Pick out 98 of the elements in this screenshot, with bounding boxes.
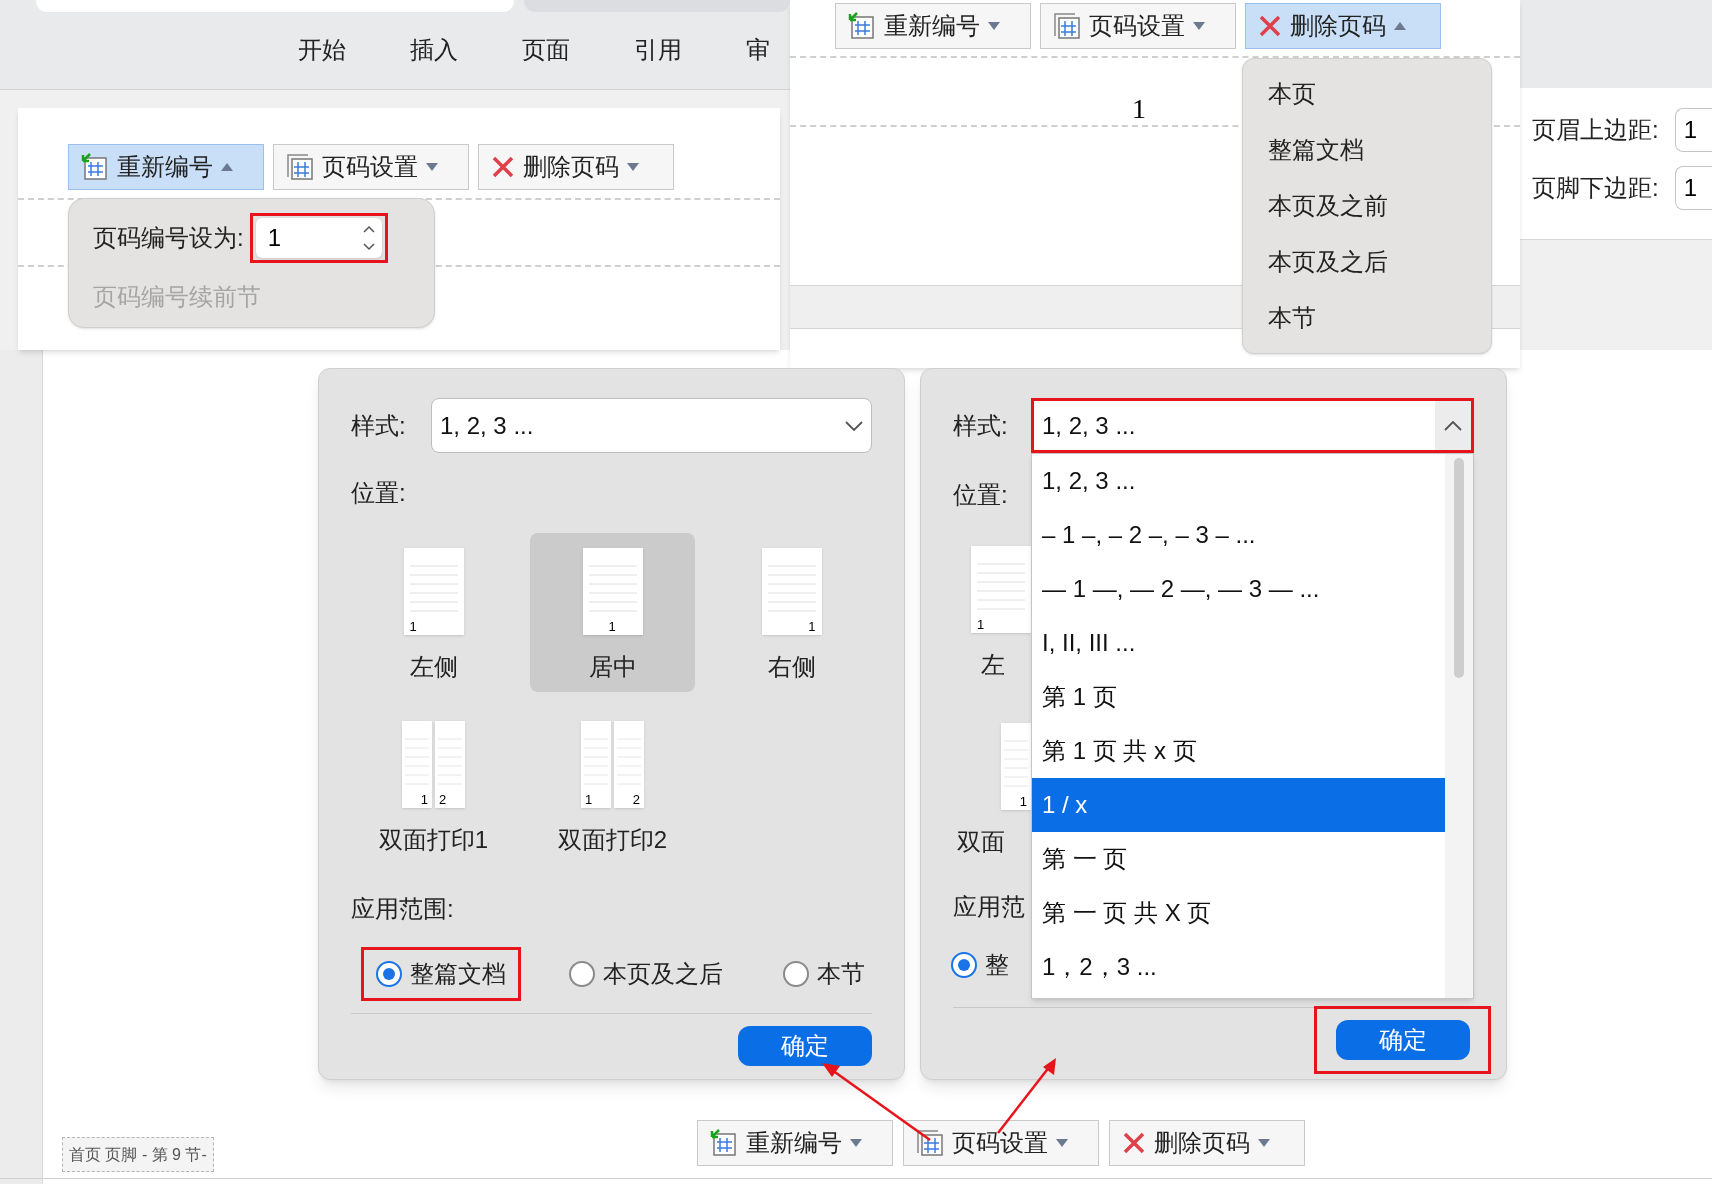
grid-page-icon <box>81 153 109 181</box>
grid-page-icon <box>710 1129 738 1157</box>
style-select[interactable]: 1, 2, 3 ... <box>1031 398 1474 453</box>
radio-label: 本节 <box>817 959 865 989</box>
menu-item[interactable]: 本页 <box>1243 66 1491 122</box>
page-number: 1 <box>420 793 428 806</box>
option-label: 双面打印2 <box>557 825 668 855</box>
section-tag: 首页 页脚 - 第 9 节- <box>62 1137 214 1172</box>
section-label: 位置: <box>953 480 1008 510</box>
radio-label: 整 <box>985 950 1009 980</box>
ribbon-tab[interactable]: 页面 <box>522 32 570 68</box>
dropdown-option[interactable]: 第 1 页 共 x 页 <box>1032 724 1445 778</box>
dropdown-option[interactable]: I, II, III ... <box>1032 616 1445 670</box>
option-label: 右侧 <box>767 652 816 682</box>
option-label: 左 <box>981 650 1006 680</box>
caret-icon <box>627 163 639 171</box>
page-number: 1 <box>585 793 593 806</box>
radio-label: 整篇文档 <box>410 959 506 989</box>
caret-icon <box>426 163 438 171</box>
option-label: 居中 <box>588 652 637 682</box>
ribbon-tab[interactable]: 插入 <box>410 32 458 68</box>
dropdown-option[interactable]: – 1 –, – 2 –, – 3 – ... <box>1032 508 1445 562</box>
grid-page-icon <box>286 153 314 181</box>
caret-icon <box>1394 22 1406 30</box>
grid-page-icon <box>916 1129 944 1157</box>
caret-icon <box>850 1139 862 1147</box>
chevron-icon <box>1444 420 1462 431</box>
cross-icon <box>491 155 515 179</box>
dropdown-option[interactable]: 第 一 页 共 X 页 <box>1032 886 1445 940</box>
radio-button[interactable] <box>569 961 595 987</box>
toolbar-button[interactable]: 页码设置 <box>903 1120 1099 1166</box>
page-number: 1 <box>808 620 816 633</box>
menu-item[interactable]: 本节 <box>1243 290 1491 346</box>
dropdown-option[interactable]: 第 一 页 <box>1032 832 1445 886</box>
caret-icon <box>1258 1139 1270 1147</box>
position-option[interactable]: 1 左侧 <box>351 533 516 692</box>
page-number: 1 <box>409 620 417 633</box>
toolbar-button[interactable]: 删除页码 <box>1245 3 1441 49</box>
toolbar-button[interactable]: 重新编号 <box>835 3 1031 49</box>
section-label: 应用范围: <box>351 894 455 924</box>
menu-item[interactable]: 本页及之后 <box>1243 234 1491 290</box>
section-label: 应用范 <box>953 893 1025 920</box>
caret-icon <box>1056 1139 1068 1147</box>
caret-icon <box>1193 22 1205 30</box>
page-number: 1 <box>1019 795 1027 808</box>
page-number: 2 <box>632 793 640 806</box>
ribbon-tab[interactable]: 审 <box>746 32 770 68</box>
dropdown-option[interactable]: 1, 2, 3 ... <box>1032 454 1445 508</box>
dropdown-option[interactable]: 1 / x <box>1032 778 1445 832</box>
toolbar-button[interactable]: 页码设置 <box>1040 3 1236 49</box>
dropdown-option[interactable]: — 1 —, — 2 —, — 3 — ... <box>1032 562 1445 616</box>
position-option[interactable]: 1 2 双面打印2 <box>530 706 695 865</box>
page-number: 2 <box>439 793 447 806</box>
page-number: 1 <box>977 618 985 631</box>
menu-item[interactable]: 整篇文档 <box>1243 122 1491 178</box>
chevron-icon <box>845 420 863 431</box>
dropdown-option[interactable]: 1，2，3 ... <box>1032 940 1445 994</box>
ok-button[interactable]: 确定 <box>1335 1020 1470 1060</box>
cross-icon <box>1258 14 1282 38</box>
field-label: 样式: <box>351 410 407 441</box>
page-number: 1 <box>1132 92 1146 126</box>
option-label: 双面打印1 <box>378 825 489 855</box>
cross-icon <box>1122 1131 1146 1155</box>
toolbar-button[interactable]: 重新编号 <box>697 1120 893 1166</box>
menu-item[interactable]: 本页及之前 <box>1243 178 1491 234</box>
radio-button[interactable] <box>951 952 977 978</box>
dropdown-option[interactable]: 第 1 页 <box>1032 670 1445 724</box>
number-stepper[interactable]: 1 <box>255 218 382 258</box>
option-label: 双面 <box>957 827 1006 857</box>
field-label: 页码编号设为: <box>93 223 244 253</box>
section-label: 位置: <box>351 478 407 508</box>
radio-button[interactable] <box>376 961 402 987</box>
ribbon-tab[interactable]: 开始 <box>298 32 346 68</box>
toolbar-button[interactable]: 删除页码 <box>478 144 674 190</box>
ribbon-tab[interactable]: 引用 <box>634 32 682 68</box>
field-label: 页眉上边距: <box>1532 115 1659 145</box>
radio-label: 本页及之后 <box>603 959 723 989</box>
grid-page-icon <box>1053 12 1081 40</box>
toolbar-button[interactable]: 页码设置 <box>273 144 469 190</box>
option-label: 左侧 <box>409 652 458 682</box>
position-option[interactable]: 1 右侧 <box>709 533 874 692</box>
caret-icon <box>988 22 1000 30</box>
input-field[interactable]: 1 <box>1674 166 1712 210</box>
toolbar-button[interactable]: 删除页码 <box>1109 1120 1305 1166</box>
position-option[interactable]: 1 2 双面打印1 <box>351 706 516 865</box>
position-option[interactable]: 1 居中 <box>530 533 695 692</box>
grid-page-icon <box>848 12 876 40</box>
stepper-icon <box>361 223 376 253</box>
style-select[interactable]: 1, 2, 3 ... <box>431 398 872 453</box>
field-label: 页脚下边距: <box>1532 173 1659 203</box>
ok-button[interactable]: 确定 <box>738 1026 872 1066</box>
radio-button[interactable] <box>783 961 809 987</box>
caret-icon <box>221 163 233 171</box>
scrollbar-thumb[interactable] <box>1454 458 1464 678</box>
toolbar-button[interactable]: 重新编号 <box>68 144 264 190</box>
field-label: 样式: <box>953 410 1008 441</box>
page-number: 1 <box>608 620 616 633</box>
input-field[interactable]: 1 <box>1674 108 1712 152</box>
